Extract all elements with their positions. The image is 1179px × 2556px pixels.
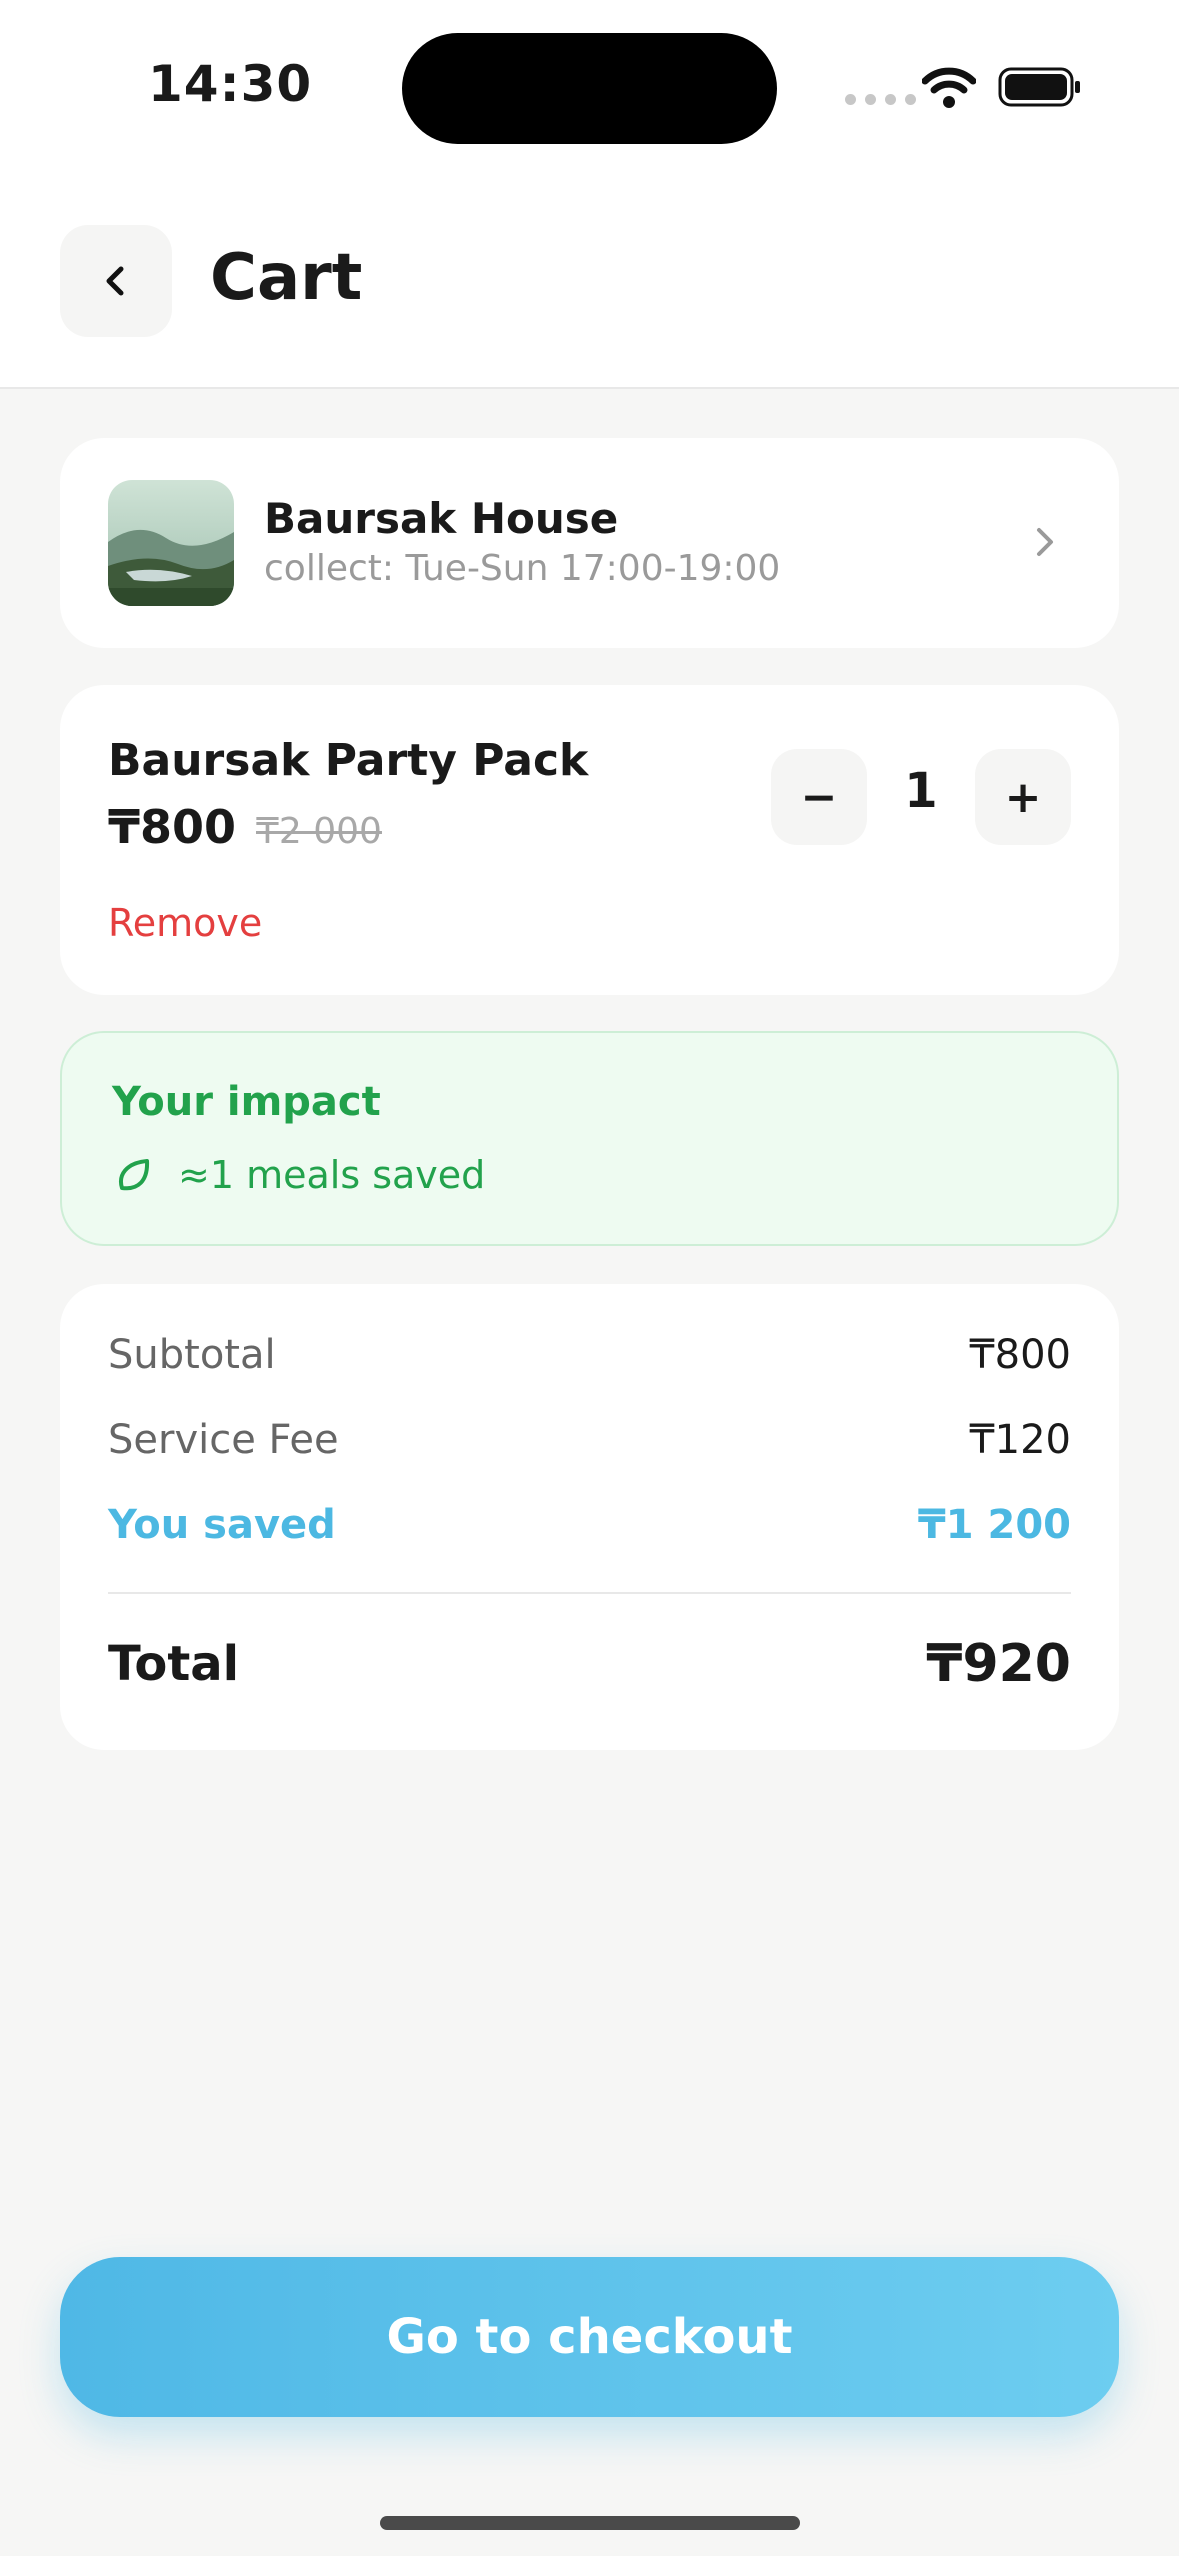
- status-time: 14:30: [148, 55, 313, 113]
- quantity-value: 1: [904, 763, 938, 819]
- impact-title: Your impact: [112, 1079, 381, 1125]
- checkout-button[interactable]: Go to checkout: [60, 2257, 1119, 2417]
- store-name: Baursak House: [264, 494, 619, 543]
- item-name: Baursak Party Pack: [108, 735, 589, 786]
- chevron-right-icon: [1037, 528, 1053, 556]
- divider: [108, 1592, 1071, 1594]
- total-label: Total: [108, 1636, 240, 1692]
- increase-quantity-button[interactable]: +: [975, 749, 1071, 845]
- service-fee-label: Service Fee: [108, 1417, 339, 1463]
- store-hours: collect: Tue-Sun 17:00-19:00: [264, 548, 781, 589]
- decrease-quantity-button[interactable]: −: [771, 749, 867, 845]
- chevron-left-icon: [106, 266, 124, 296]
- header: Cart: [0, 180, 1179, 389]
- service-fee-value: ₸120: [969, 1417, 1071, 1463]
- subtotal-label: Subtotal: [108, 1332, 276, 1378]
- you-saved-label: You saved: [108, 1502, 336, 1548]
- back-button[interactable]: [60, 225, 172, 337]
- store-card[interactable]: Baursak House collect: Tue-Sun 17:00-19:…: [60, 438, 1119, 648]
- store-thumbnail: [108, 480, 234, 606]
- status-bar: 14:30: [0, 0, 1179, 180]
- item-price: ₸800: [108, 800, 237, 854]
- leaf-icon: [119, 1159, 150, 1191]
- you-saved-value: ₸1 200: [917, 1502, 1071, 1548]
- impact-card: Your impact ≈1 meals saved: [60, 1031, 1119, 1246]
- item-original-price: ₸2 000: [256, 811, 382, 852]
- battery-icon: [998, 67, 1080, 107]
- dynamic-island: [402, 33, 777, 144]
- signal-icon: [845, 94, 916, 105]
- total-value: ₸920: [926, 1634, 1071, 1694]
- subtotal-value: ₸800: [969, 1332, 1071, 1378]
- page-title: Cart: [210, 241, 363, 315]
- impact-text: ≈1 meals saved: [178, 1153, 486, 1197]
- remove-button[interactable]: Remove: [108, 901, 262, 945]
- wifi-icon: [922, 67, 976, 108]
- home-indicator: [380, 2516, 800, 2530]
- cart-item-card: Baursak Party Pack ₸800 ₸2 000 Remove − …: [60, 685, 1119, 995]
- order-summary-card: Subtotal ₸800 Service Fee ₸120 You saved…: [60, 1284, 1119, 1750]
